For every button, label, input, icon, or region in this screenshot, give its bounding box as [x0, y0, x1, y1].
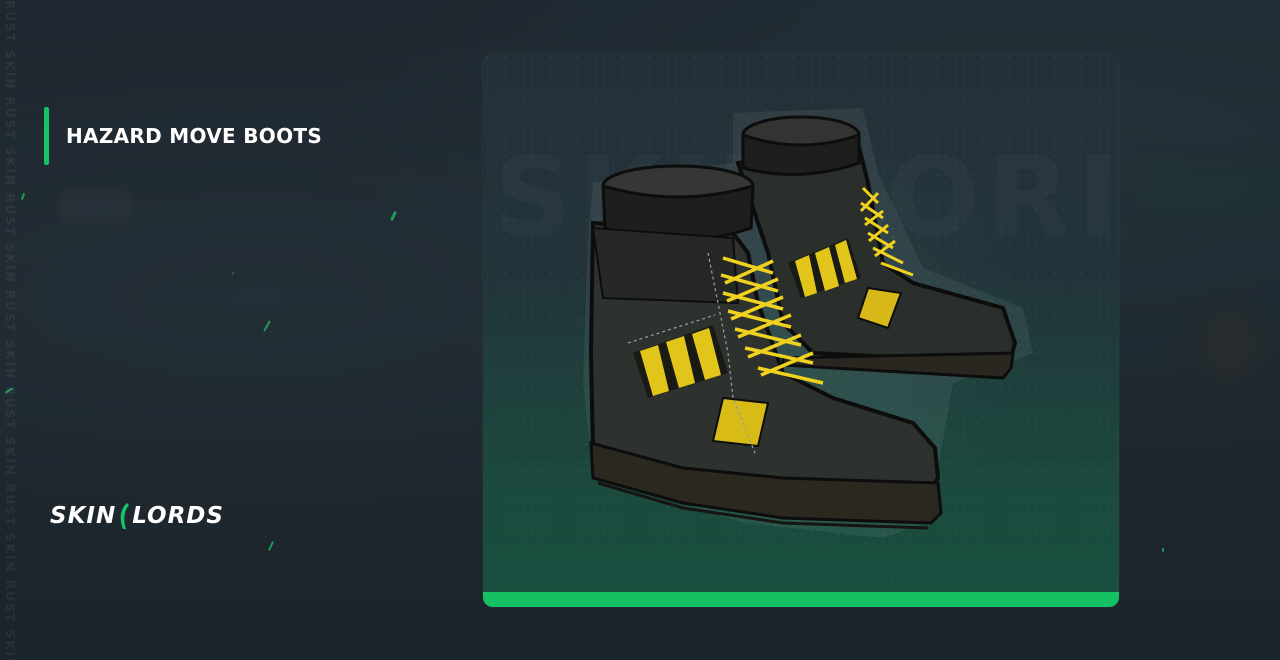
- logo-text-right: LORDS: [132, 503, 224, 529]
- item-preview-card: SKINLORDS: [483, 53, 1119, 607]
- spark-particle: [390, 210, 397, 222]
- sickle-icon: [120, 503, 130, 529]
- spark-particle: [267, 541, 275, 551]
- card-accent-bar: [483, 592, 1119, 607]
- title-accent-bar: [44, 107, 49, 165]
- spark-particle: [20, 192, 26, 201]
- blurred-background-element: [1200, 310, 1260, 380]
- item-title: HAZARD MOVE BOOTS: [66, 124, 323, 148]
- spark-particle: [263, 320, 271, 332]
- blurred-background-element: [60, 192, 130, 222]
- spark-particle: [232, 272, 234, 275]
- logo-text-left: SKIN: [50, 503, 117, 529]
- boots-image: [583, 108, 1033, 538]
- blurred-background-element: [1140, 160, 1280, 220]
- preview-stage: RUST SKIN RUST SKIN RUST SKIN RUST SKIN …: [0, 0, 1280, 660]
- skinlords-logo: SKIN LORDS: [50, 500, 224, 532]
- side-watermark: RUST SKIN RUST SKIN RUST SKIN RUST SKIN …: [3, 0, 17, 660]
- spark-particle: [1162, 548, 1164, 552]
